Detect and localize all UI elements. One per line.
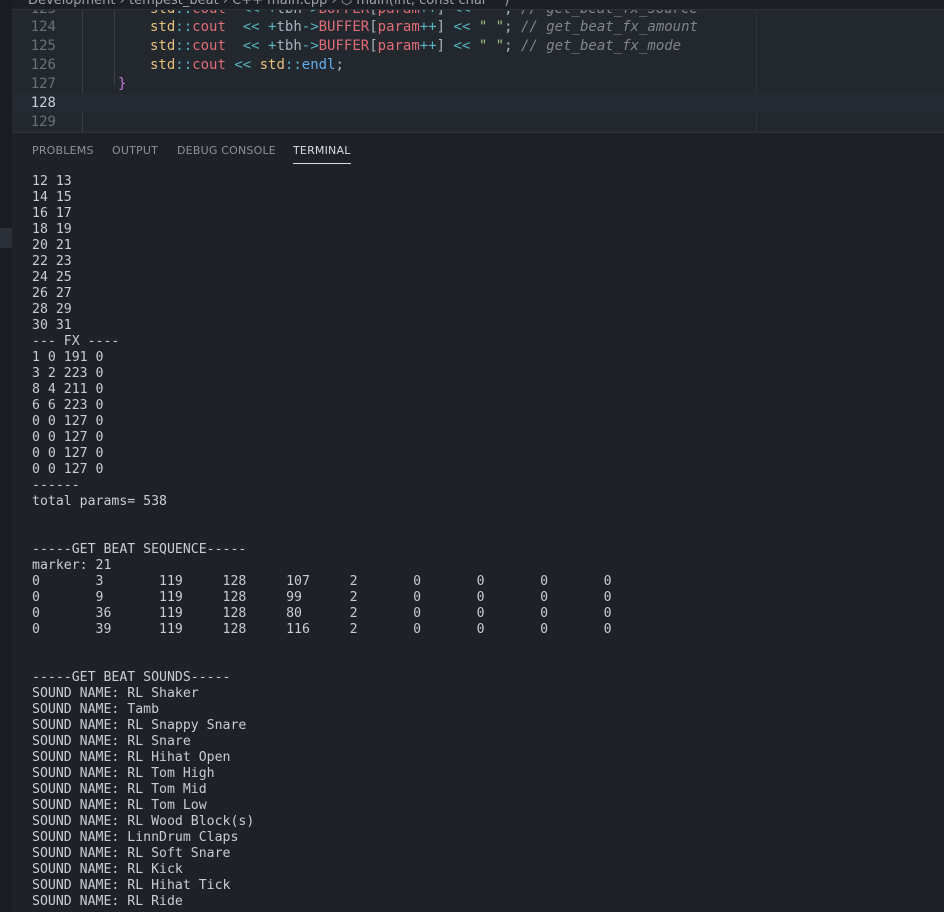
terminal-line: 30 31 — [32, 318, 72, 333]
code-editor[interactable]: 123std::cout << +tbh->BUFFER[param++] <<… — [12, 10, 944, 132]
code-line[interactable]: 125 std::cout << +tbh->BUFFER[param++] <<… — [12, 37, 944, 56]
terminal-line: 0 36 119 128 80 2 0 0 0 0 — [32, 606, 612, 621]
terminal-line: 0 0 127 0 — [32, 414, 104, 429]
terminal-line: SOUND NAME: Tamb — [32, 702, 160, 717]
code-line[interactable]: 129 — [12, 113, 944, 132]
code-text: std::cout << std::endl; — [150, 57, 344, 73]
terminal-line: 0 3 119 128 107 2 0 0 0 0 — [32, 574, 612, 589]
terminal-line: SOUND NAME: RL Soft Snare — [32, 846, 231, 861]
tab-terminal[interactable]: TERMINAL — [293, 144, 351, 164]
line-number: 127 — [30, 76, 56, 92]
terminal-line: SOUND NAME: RL Shaker — [32, 686, 199, 701]
terminal-line: 0 9 119 128 99 2 0 0 0 0 — [32, 590, 612, 605]
terminal-line: 16 17 — [32, 206, 72, 221]
terminal-line: SOUND NAME: RL Snappy Snare — [32, 718, 247, 733]
code-line[interactable]: 127} — [12, 75, 944, 94]
code-text: std::cout << +tbh->BUFFER[param++] << " … — [150, 19, 698, 35]
terminal-line: --- FX ---- — [32, 334, 120, 349]
terminal-line: 22 23 — [32, 254, 72, 269]
line-number: 125 — [30, 38, 56, 54]
terminal-line: 6 6 223 0 — [32, 398, 104, 413]
code-line[interactable]: 128 — [12, 94, 944, 113]
activity-strip — [0, 0, 12, 912]
terminal-line: 26 27 — [32, 286, 72, 301]
terminal-line: ------ — [32, 478, 80, 493]
terminal-line: SOUND NAME: RL Kick — [32, 862, 183, 877]
terminal-line: 12 13 — [32, 174, 72, 189]
terminal-line: 14 15 — [32, 190, 72, 205]
terminal-line: 24 25 — [32, 270, 72, 285]
line-number: 128 — [30, 95, 56, 111]
line-number: 124 — [30, 19, 56, 35]
breadcrumb-bar: Development › tempest_beat › C++ main.cp… — [0, 0, 944, 10]
terminal-output[interactable]: 12 13 14 15 16 17 18 19 20 21 22 23 24 25 26 27… — [32, 174, 932, 912]
line-number: 126 — [30, 57, 56, 73]
tab-problems[interactable]: PROBLEMS — [32, 144, 94, 157]
code-text: std::cout << +tbh->BUFFER[param++] << " … — [150, 38, 682, 54]
terminal-line: 20 21 — [32, 238, 72, 253]
terminal-line: SOUND NAME: RL Hihat Open — [32, 750, 231, 765]
tab-output[interactable]: OUTPUT — [112, 144, 158, 157]
terminal-line: 0 0 127 0 — [32, 430, 104, 445]
terminal-line: -----GET BEAT SEQUENCE----- — [32, 542, 247, 557]
line-number: 129 — [30, 114, 56, 130]
terminal-line: 8 4 211 0 — [32, 382, 104, 397]
terminal-line: SOUND NAME: RL Tom Low — [32, 798, 207, 813]
terminal-line: SOUND NAME: LinnDrum Claps — [32, 830, 239, 845]
terminal-line: SOUND NAME: RL Tom Mid — [32, 782, 207, 797]
terminal-line: SOUND NAME: RL Ride — [32, 894, 183, 909]
terminal-line: 28 29 — [32, 302, 72, 317]
terminal-line: SOUND NAME: RL Hihat Tick — [32, 878, 231, 893]
terminal-line: -----GET BEAT SOUNDS----- — [32, 670, 231, 685]
terminal-line: 0 39 119 128 116 2 0 0 0 0 — [32, 622, 612, 637]
terminal-line: 1 0 191 0 — [32, 350, 104, 365]
terminal-line: 0 0 127 0 — [32, 462, 104, 477]
tab-debug-console[interactable]: DEBUG CONSOLE — [177, 144, 276, 157]
terminal-line: 18 19 — [32, 222, 72, 237]
code-line[interactable]: 126 std::cout << std::endl; — [12, 56, 944, 75]
panel-tab-bar: PROBLEMS OUTPUT DEBUG CONSOLE TERMINAL — [12, 132, 944, 169]
code-line[interactable]: 124 std::cout << +tbh->BUFFER[param++] <<… — [12, 18, 944, 37]
terminal-line: total params= 538 — [32, 494, 167, 509]
terminal-line: 3 2 223 0 — [32, 366, 104, 381]
code-text: } — [118, 76, 127, 92]
terminal-line: 0 0 127 0 — [32, 446, 104, 461]
terminal-line: marker: 21 — [32, 558, 112, 573]
terminal-line: SOUND NAME: RL Tom High — [32, 766, 215, 781]
terminal-line: SOUND NAME: RL Wood Block(s) — [32, 814, 255, 829]
terminal-line: SOUND NAME: RL Snare — [32, 734, 191, 749]
breadcrumb[interactable]: Development › tempest_beat › C++ main.cp… — [28, 0, 509, 8]
activity-indicator — [0, 228, 12, 248]
